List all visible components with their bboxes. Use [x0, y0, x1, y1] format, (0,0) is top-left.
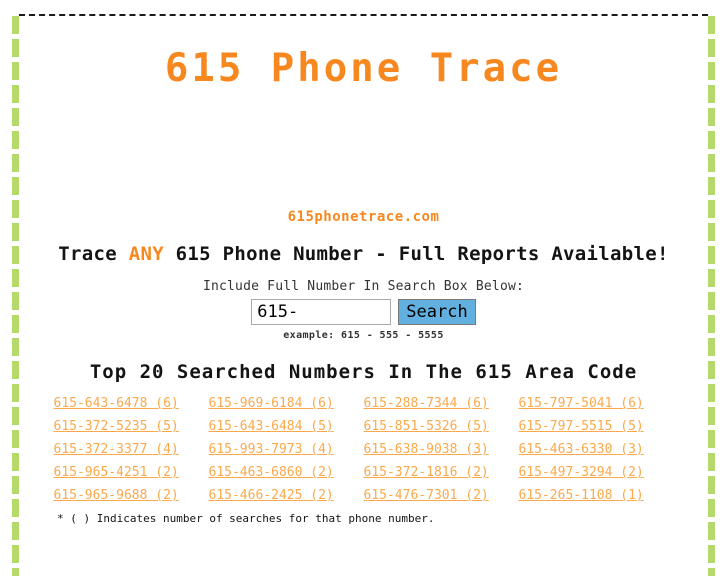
- phone-number-link[interactable]: 615-643-6484 (5): [209, 419, 364, 434]
- search-row: Search: [19, 298, 708, 325]
- search-example-hint: example: 615 - 555 - 5555: [283, 329, 444, 341]
- phone-number-link[interactable]: 615-993-7973 (4): [209, 442, 364, 457]
- phone-number-link[interactable]: 615-476-7301 (2): [364, 488, 519, 503]
- site-domain-label: 615phonetrace.com: [287, 208, 440, 225]
- phone-number-link[interactable]: 615-463-6330 (3): [519, 442, 674, 457]
- phone-number-link[interactable]: 615-638-9038 (3): [364, 442, 519, 457]
- search-block: Include Full Number In Search Box Below:…: [19, 265, 708, 341]
- phone-number-link[interactable]: 615-288-7344 (6): [364, 396, 519, 411]
- top-numbers-grid: 615-643-6478 (6) 615-969-6184 (6) 615-28…: [54, 396, 674, 503]
- search-input[interactable]: [251, 298, 392, 325]
- tagline-after: 615 Phone Number - Full Reports Availabl…: [163, 242, 669, 265]
- phone-number-link[interactable]: 615-965-4251 (2): [54, 465, 209, 480]
- phone-number-link[interactable]: 615-466-2425 (2): [209, 488, 364, 503]
- phone-number-link[interactable]: 615-372-5235 (5): [54, 419, 209, 434]
- top-numbers-heading: Top 20 Searched Numbers In The 615 Area …: [89, 360, 638, 383]
- left-green-rail: [12, 16, 19, 576]
- phone-number-link[interactable]: 615-372-1816 (2): [364, 465, 519, 480]
- phone-number-link[interactable]: 615-265-1108 (1): [519, 488, 674, 503]
- page-frame: 615 Phone Trace 615phonetrace.com Trace …: [12, 14, 715, 576]
- page-content: 615 Phone Trace 615phonetrace.com Trace …: [19, 16, 708, 574]
- tagline-before: Trace: [58, 242, 129, 265]
- search-button[interactable]: Search: [398, 298, 476, 325]
- advertisement-slot: [19, 91, 708, 209]
- phone-number-link[interactable]: 615-372-3377 (4): [54, 442, 209, 457]
- phone-number-link[interactable]: 615-965-9688 (2): [54, 488, 209, 503]
- phone-number-link[interactable]: 615-851-5326 (5): [364, 419, 519, 434]
- right-green-rail: [708, 16, 715, 576]
- phone-number-link[interactable]: 615-497-3294 (2): [519, 465, 674, 480]
- tagline-highlight: ANY: [128, 242, 164, 265]
- tagline: Trace ANY 615 Phone Number - Full Report…: [19, 231, 708, 265]
- phone-number-link[interactable]: 615-969-6184 (6): [209, 396, 364, 411]
- phone-number-link[interactable]: 615-797-5515 (5): [519, 419, 674, 434]
- search-count-footnote: * ( ) Indicates number of searches for t…: [57, 511, 435, 525]
- phone-number-link[interactable]: 615-463-6860 (2): [209, 465, 364, 480]
- search-instruction-label: Include Full Number In Search Box Below:: [202, 278, 525, 294]
- phone-number-link[interactable]: 615-643-6478 (6): [54, 396, 209, 411]
- phone-number-link[interactable]: 615-797-5041 (6): [519, 396, 674, 411]
- page-title: 615 Phone Trace: [164, 46, 563, 91]
